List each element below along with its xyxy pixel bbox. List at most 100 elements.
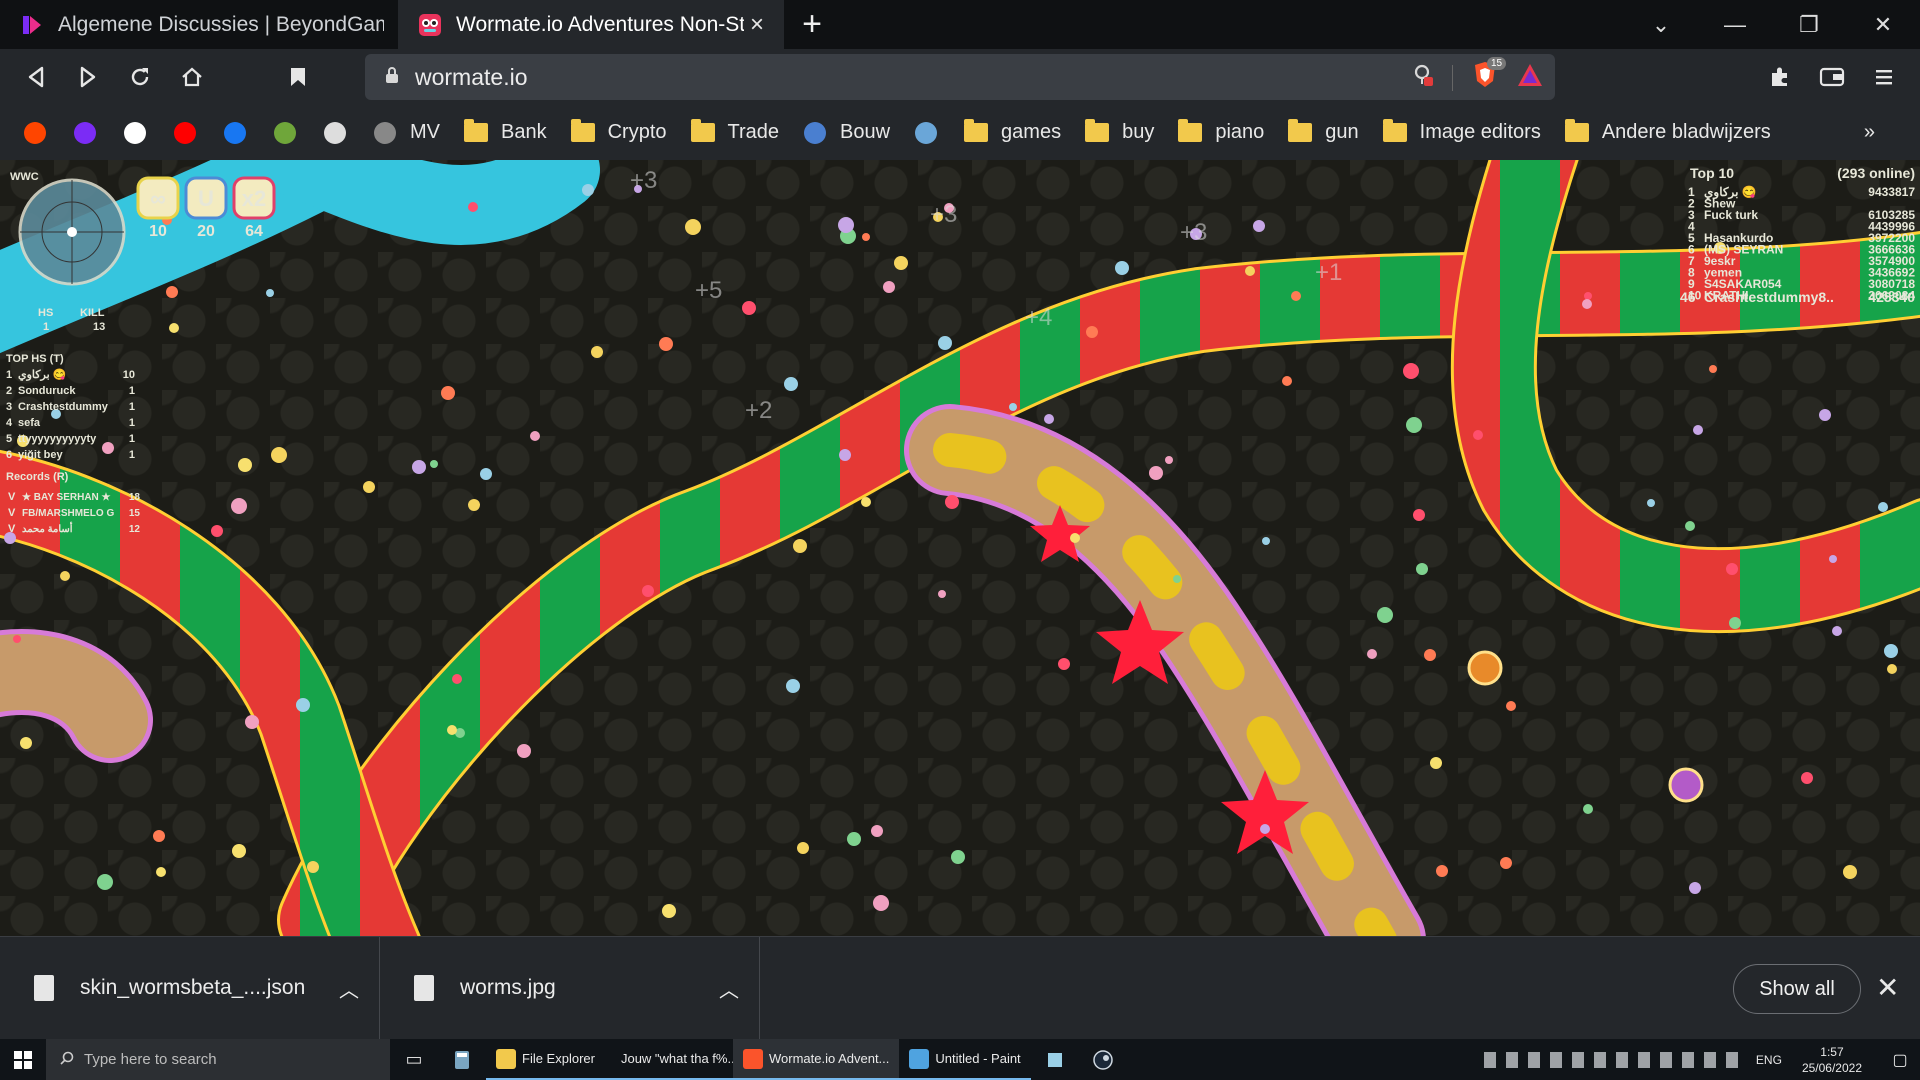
taskbar-app[interactable]: Untitled - Paint: [899, 1039, 1031, 1080]
bookmark-item[interactable]: [72, 120, 110, 146]
show-all-button[interactable]: Show all: [1733, 964, 1861, 1014]
bookmark-item[interactable]: buy: [1084, 119, 1155, 146]
top-hs-score: 1: [129, 433, 135, 445]
food-dot: [1709, 365, 1717, 373]
taskbar-app[interactable]: File Explorer: [486, 1039, 605, 1080]
taskbar-app[interactable]: Jouw "what tha f%...: [604, 1039, 738, 1080]
tab-wormate[interactable]: Wormate.io Adventures Non-Stop ×: [398, 0, 784, 49]
top-hs-rank: 4: [6, 417, 13, 429]
bookmark-label: buy: [1122, 121, 1155, 143]
shields-count-badge: 15: [1487, 57, 1507, 70]
food-dot: [847, 832, 861, 846]
food-dot: [363, 481, 375, 493]
bookmark-item[interactable]: Image editors: [1382, 119, 1541, 146]
location-blocked-icon[interactable]: [1412, 63, 1434, 92]
food-dot: [1583, 804, 1593, 814]
chevron-up-icon[interactable]: ︿: [319, 974, 379, 1003]
top-hs-name: Sonduruck: [18, 385, 76, 397]
food-dot: [1149, 466, 1163, 480]
minimize-icon[interactable]: —: [1698, 0, 1772, 49]
extensions-icon[interactable]: [1754, 51, 1806, 103]
food-dot: [1819, 409, 1831, 421]
food-dot: [20, 737, 32, 749]
own-name: Crashtestdummy8..: [1704, 289, 1834, 305]
bookmark-item[interactable]: [122, 120, 160, 146]
brave-shields-icon[interactable]: 15: [1471, 57, 1507, 94]
food-dot: [873, 895, 889, 911]
address-bar[interactable]: wormate.io 15: [365, 54, 1555, 100]
food-dot: [1291, 291, 1301, 301]
menu-icon[interactable]: [1858, 51, 1910, 103]
bookmark-item[interactable]: games: [963, 119, 1061, 146]
bookmark-item[interactable]: [172, 120, 210, 146]
restore-icon[interactable]: ❐: [1772, 0, 1846, 49]
bookmark-item[interactable]: [22, 120, 60, 146]
bookmark-label: gun: [1325, 121, 1359, 143]
tab-search-icon[interactable]: ⌄: [1624, 0, 1698, 49]
food-dot: [97, 874, 113, 890]
more-bookmarks-icon[interactable]: »: [1864, 121, 1875, 144]
bookmark-icon[interactable]: [272, 51, 324, 103]
bookmark-item[interactable]: [913, 120, 951, 146]
close-tab-icon[interactable]: ×: [744, 11, 770, 39]
home-icon[interactable]: [166, 51, 218, 103]
download-item[interactable]: worms.jpg ︿: [380, 936, 760, 1040]
calculator-icon[interactable]: [438, 1039, 486, 1080]
close-window-icon[interactable]: ✕: [1846, 0, 1920, 49]
bookmark-item[interactable]: MV: [372, 120, 440, 146]
bookmark-item[interactable]: Bank: [463, 119, 547, 146]
bookmark-item[interactable]: piano: [1177, 119, 1265, 146]
task-view-icon[interactable]: ▭: [390, 1039, 438, 1080]
record-medal-icon: V: [8, 491, 16, 503]
notepad-icon[interactable]: [1031, 1039, 1079, 1080]
window-controls: ⌄ — ❐ ✕: [1624, 0, 1920, 49]
bookmark-item[interactable]: Crypto: [570, 119, 667, 146]
tab-beyondgaming[interactable]: Algemene Discussies | BeyondGaming: [0, 0, 398, 49]
bookmark-item[interactable]: [322, 120, 360, 146]
food-dot: [1262, 537, 1270, 545]
tray-icons[interactable]: [1483, 1051, 1744, 1068]
search-placeholder: Type here to search: [84, 1051, 217, 1068]
close-icon[interactable]: ✕: [1876, 971, 1899, 1004]
new-tab-button[interactable]: +: [784, 0, 840, 49]
reload-icon[interactable]: [114, 51, 166, 103]
clock[interactable]: 1:57 25/06/2022: [1802, 1044, 1862, 1076]
record-name: ★ BAY SERHAN ★: [22, 492, 111, 503]
folder-icon: [1564, 119, 1590, 146]
bookmark-item[interactable]: Trade: [690, 119, 779, 146]
download-item[interactable]: skin_wormsbeta_....json ︿: [0, 936, 380, 1040]
wallet-icon[interactable]: [1806, 51, 1858, 103]
clock-date: 25/06/2022: [1801, 1060, 1862, 1075]
forward-icon[interactable]: [62, 51, 114, 103]
bookmark-item[interactable]: Andere bladwijzers: [1564, 119, 1771, 146]
top-hs-rank: 5: [6, 433, 12, 445]
food-dot: [1424, 649, 1436, 661]
language-indicator[interactable]: ENG: [1756, 1053, 1782, 1067]
compass-label: WWC: [10, 171, 39, 183]
steam-icon[interactable]: [1079, 1039, 1127, 1080]
food-dot: [1416, 563, 1428, 575]
food-dot: [1506, 701, 1516, 711]
game-canvas[interactable]: +3 +3 +1 +5 +4 +2 +3 WWC ∞ 10 U 20 x2 64 HS KILL 1 …: [0, 160, 1920, 936]
taskbar-app[interactable]: Wormate.io Advent...: [732, 1039, 900, 1080]
taskbar-search[interactable]: Type here to search: [46, 1039, 390, 1080]
top-hs-title: TOP HS (T): [6, 353, 64, 365]
brave-rewards-icon[interactable]: [1517, 63, 1543, 92]
bookmark-item[interactable]: gun: [1287, 119, 1359, 146]
back-icon[interactable]: [10, 51, 62, 103]
cat-icon: [322, 120, 348, 146]
bookmark-label: Image editors: [1419, 121, 1541, 143]
bookmark-label: piano: [1215, 121, 1265, 143]
chevron-up-icon[interactable]: ︿: [699, 974, 759, 1003]
bookmark-item[interactable]: [272, 120, 310, 146]
bookmark-label: MV: [410, 121, 440, 143]
facebook-icon: [222, 120, 248, 146]
bookmark-item[interactable]: Bouw: [802, 120, 890, 146]
food-dot: [784, 377, 798, 391]
bookmark-item[interactable]: [222, 120, 260, 146]
tab-strip: Algemene Discussies | BeyondGaming Worma…: [0, 0, 1920, 49]
windows-start-icon[interactable]: [0, 1039, 46, 1080]
leaderboard-rows: 1 بركاوي 😋 94338172 Shew3 Fuck turk 61032854 4…: [1688, 185, 1915, 303]
image-file-icon: [414, 975, 434, 1001]
notifications-icon[interactable]: ▢: [1880, 1050, 1920, 1070]
